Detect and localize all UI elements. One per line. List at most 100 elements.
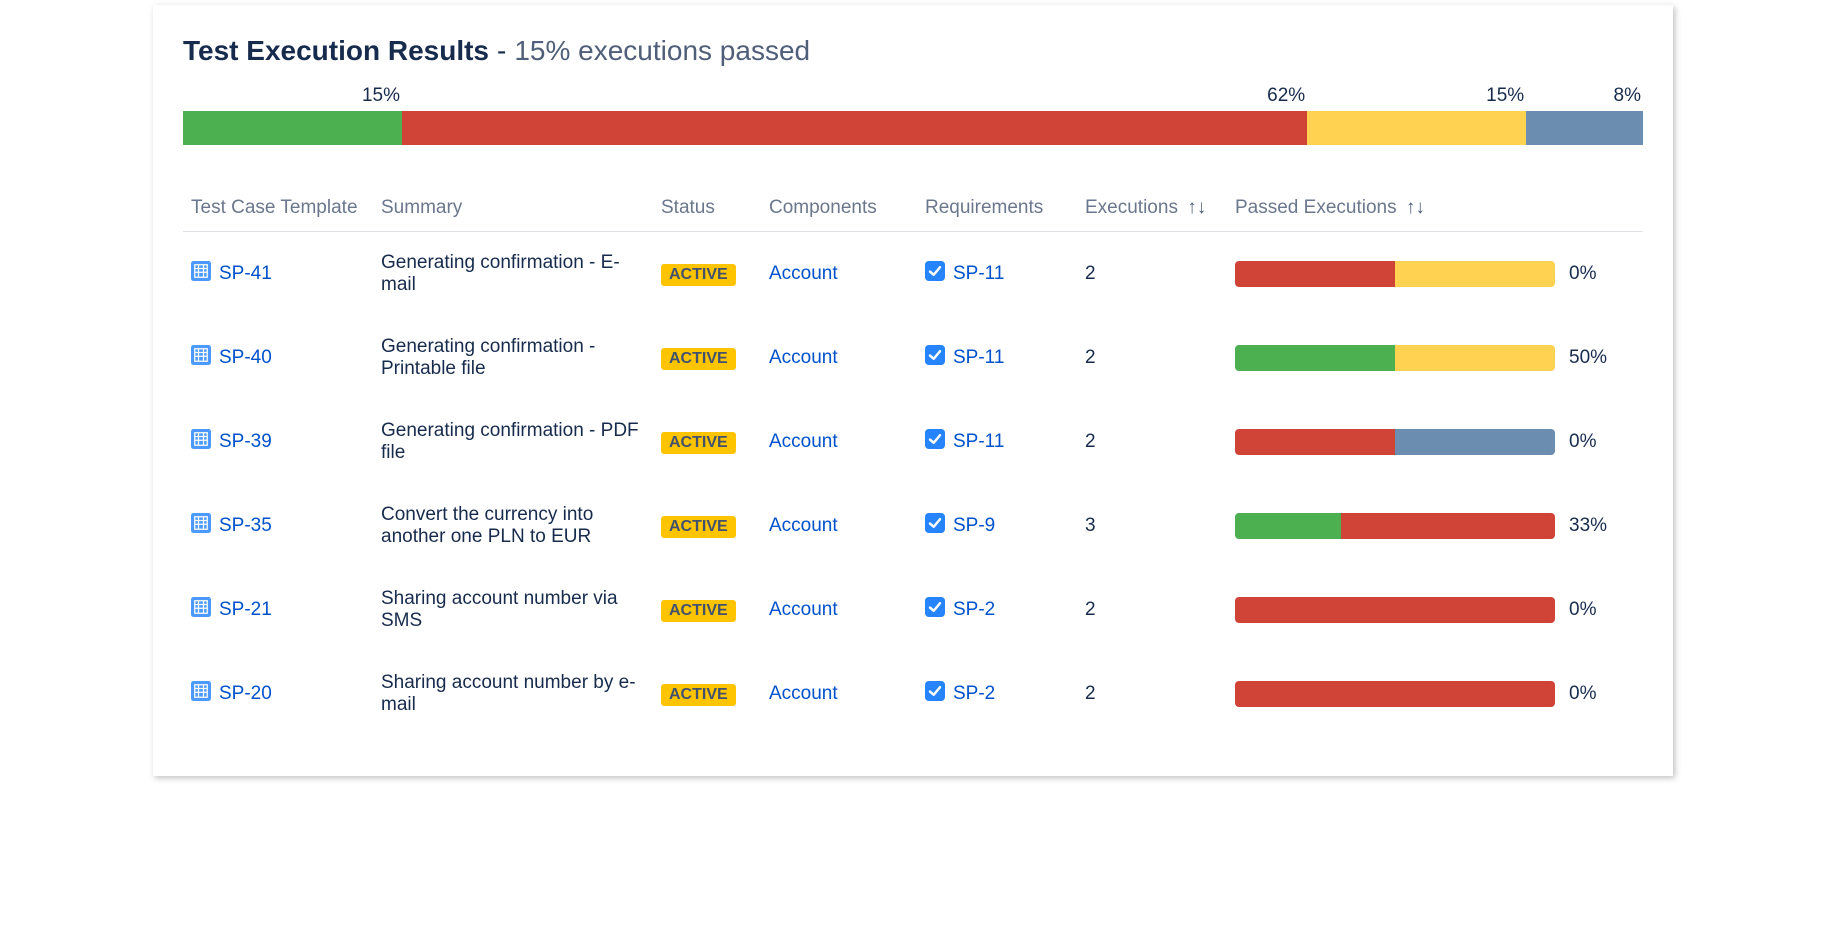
test-case-key: SP-21 <box>219 599 272 621</box>
table-row: SP-21Sharing account number via SMSACTIV… <box>183 568 1643 652</box>
executions-count: 2 <box>1077 316 1227 400</box>
component-link[interactable]: Account <box>769 683 838 704</box>
test-case-link[interactable]: SP-39 <box>191 429 272 455</box>
test-case-key: SP-20 <box>219 683 272 705</box>
requirement-key: SP-2 <box>953 599 995 621</box>
execution-result-bar <box>1235 345 1555 371</box>
requirement-checkbox-icon <box>925 597 945 623</box>
component-link[interactable]: Account <box>769 431 838 452</box>
component-link[interactable]: Account <box>769 515 838 536</box>
executions-count: 3 <box>1077 484 1227 568</box>
requirement-key: SP-11 <box>953 263 1004 285</box>
page-title: Test Execution Results <box>183 35 489 67</box>
executions-count: 2 <box>1077 400 1227 484</box>
execution-result-bar <box>1235 429 1555 455</box>
requirement-link[interactable]: SP-2 <box>925 681 995 707</box>
col-header-template[interactable]: Test Case Template <box>183 185 373 232</box>
status-badge: ACTIVE <box>661 684 736 706</box>
component-link[interactable]: Account <box>769 599 838 620</box>
summary-bar-container: 15%62%15%8% <box>183 85 1643 145</box>
component-link[interactable]: Account <box>769 347 838 368</box>
execution-result-bar <box>1235 681 1555 707</box>
col-header-executions[interactable]: Executions ↑↓ <box>1077 185 1227 232</box>
execution-result-bar <box>1235 261 1555 287</box>
test-case-icon <box>191 681 211 707</box>
col-header-passed[interactable]: Passed Executions ↑↓ <box>1227 185 1643 232</box>
execution-bar-segment <box>1235 261 1395 287</box>
sort-icon: ↑↓ <box>1187 197 1206 219</box>
results-card: Test Execution Results - 15% executions … <box>153 5 1673 776</box>
requirement-checkbox-icon <box>925 345 945 371</box>
summary-cell: Sharing account number by e-mail <box>373 652 653 736</box>
summary-cell: Generating confirmation - Printable file <box>373 316 653 400</box>
summary-segment <box>1307 111 1526 145</box>
summary-cell: Sharing account number via SMS <box>373 568 653 652</box>
test-case-icon <box>191 261 211 287</box>
page-subtitle: 15% executions passed <box>514 35 810 67</box>
execution-bar-segment <box>1235 681 1555 707</box>
status-badge: ACTIVE <box>661 516 736 538</box>
col-header-status[interactable]: Status <box>653 185 761 232</box>
passed-percent: 33% <box>1569 515 1619 537</box>
col-header-components[interactable]: Components <box>761 185 917 232</box>
table-header-row: Test Case Template Summary Status Compon… <box>183 185 1643 232</box>
execution-result-bar <box>1235 597 1555 623</box>
summary-segment-label: 15% <box>1307 85 1526 107</box>
test-case-key: SP-35 <box>219 515 272 537</box>
requirement-key: SP-11 <box>953 431 1004 453</box>
passed-percent: 0% <box>1569 431 1619 453</box>
requirement-link[interactable]: SP-11 <box>925 429 1004 455</box>
table-row: SP-40 Generating confirmation - Printable… <box>183 316 1643 400</box>
test-case-link[interactable]: SP-35 <box>191 513 272 539</box>
summary-cell: Generating confirmation - E-mail <box>373 232 653 317</box>
requirement-checkbox-icon <box>925 429 945 455</box>
test-case-link[interactable]: SP-41 <box>191 261 272 287</box>
requirement-link[interactable]: SP-11 <box>925 345 1004 371</box>
status-badge: ACTIVE <box>661 432 736 454</box>
passed-percent: 50% <box>1569 347 1619 369</box>
summary-segment-label: 15% <box>183 85 402 107</box>
title-separator: - <box>497 35 506 67</box>
execution-bar-segment <box>1395 429 1555 455</box>
execution-bar-segment <box>1395 261 1555 287</box>
col-header-summary[interactable]: Summary <box>373 185 653 232</box>
component-link[interactable]: Account <box>769 263 838 284</box>
requirement-checkbox-icon <box>925 261 945 287</box>
passed-percent: 0% <box>1569 263 1619 285</box>
execution-bar-segment <box>1235 429 1395 455</box>
summary-segment <box>402 111 1307 145</box>
requirement-checkbox-icon <box>925 513 945 539</box>
execution-bar-segment <box>1235 513 1341 539</box>
table-row: SP-20 Sharing account number by e-mail ACT… <box>183 652 1643 736</box>
status-badge: ACTIVE <box>661 264 736 286</box>
table-row: SP-41 Generating confirmation - E-mail ACT… <box>183 232 1643 317</box>
test-case-icon <box>191 429 211 455</box>
test-case-key: SP-40 <box>219 347 272 369</box>
summary-segment-label: 8% <box>1526 85 1643 107</box>
test-case-link[interactable]: SP-20 <box>191 681 272 707</box>
executions-count: 2 <box>1077 232 1227 317</box>
table-row: SP-35 Convert the currency into another o… <box>183 484 1643 568</box>
test-case-icon <box>191 597 211 623</box>
passed-percent: 0% <box>1569 683 1619 705</box>
summary-bar <box>183 111 1643 145</box>
requirement-checkbox-icon <box>925 681 945 707</box>
requirement-link[interactable]: SP-9 <box>925 513 995 539</box>
table-row: SP-39Generating confirmation - PDF fileA… <box>183 400 1643 484</box>
requirement-link[interactable]: SP-2 <box>925 597 995 623</box>
test-case-link[interactable]: SP-40 <box>191 345 272 371</box>
test-case-key: SP-39 <box>219 431 272 453</box>
col-header-requirements[interactable]: Requirements <box>917 185 1077 232</box>
requirement-key: SP-11 <box>953 347 1004 369</box>
summary-segment-label: 62% <box>402 85 1307 107</box>
execution-bar-segment <box>1235 597 1555 623</box>
status-badge: ACTIVE <box>661 348 736 370</box>
sort-icon: ↑↓ <box>1406 197 1425 219</box>
executions-count: 2 <box>1077 568 1227 652</box>
requirement-key: SP-2 <box>953 683 995 705</box>
requirement-link[interactable]: SP-11 <box>925 261 1004 287</box>
test-case-link[interactable]: SP-21 <box>191 597 272 623</box>
summary-cell: Convert the currency into another one PL… <box>373 484 653 568</box>
test-case-icon <box>191 345 211 371</box>
execution-bar-segment <box>1235 345 1395 371</box>
